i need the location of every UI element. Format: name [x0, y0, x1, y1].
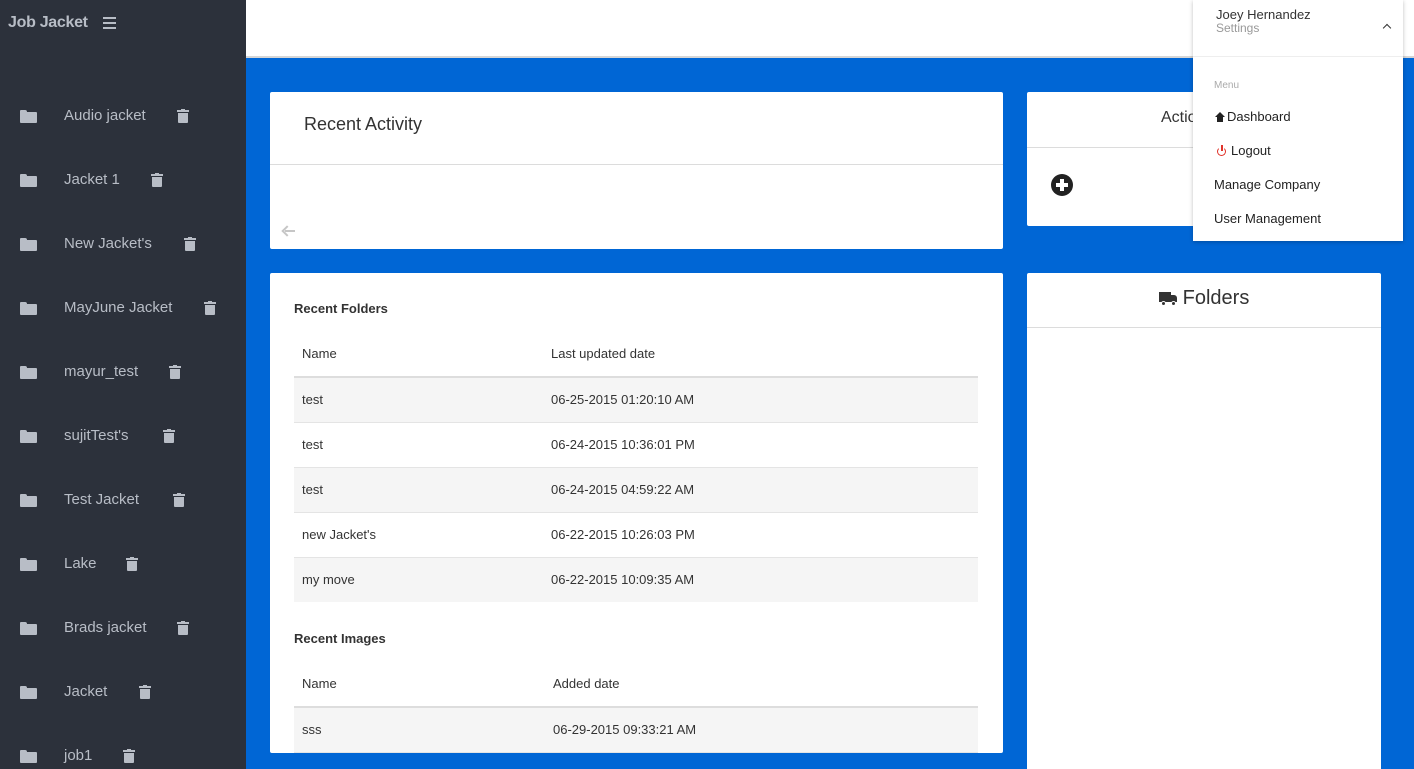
folder-icon	[20, 238, 37, 251]
column-header-last-updated: Last updated date	[543, 331, 978, 378]
folder-name-cell[interactable]: new Jacket's	[294, 512, 543, 558]
sidebar-item-label[interactable]: Jacket	[64, 683, 107, 700]
sidebar-item-label[interactable]: New Jacket's	[64, 235, 152, 252]
folder-name-cell[interactable]: test	[294, 377, 543, 423]
trash-icon[interactable]	[139, 685, 151, 699]
date-cell: 06-24-2015 04:59:22 AM	[543, 467, 978, 513]
menu-section-label: Menu	[1214, 80, 1240, 91]
table-header-row: Name Last updated date	[294, 331, 978, 378]
folder-icon	[20, 686, 37, 699]
menu-item-label: User Management	[1214, 211, 1321, 226]
user-settings-link[interactable]: Settings	[1216, 21, 1259, 35]
folder-icon	[20, 622, 37, 635]
recent-folders-title: Recent Folders	[294, 301, 388, 316]
folder-name-cell[interactable]: test	[294, 467, 543, 513]
trash-icon[interactable]	[173, 493, 185, 507]
divider	[270, 164, 1003, 165]
folder-icon	[20, 558, 37, 571]
folder-icon	[20, 430, 37, 443]
sidebar-item-label[interactable]: mayur_test	[64, 363, 138, 380]
trash-icon[interactable]	[204, 301, 216, 315]
folder-name-cell[interactable]: my move	[294, 557, 543, 602]
divider	[1027, 327, 1381, 328]
recent-images-table: Name Added date sss 06-29-2015 09:33:21 …	[294, 661, 978, 753]
add-circle-icon[interactable]	[1051, 174, 1073, 196]
trash-icon[interactable]	[123, 749, 135, 763]
trash-icon[interactable]	[177, 621, 189, 635]
trash-icon[interactable]	[151, 173, 163, 187]
menu-item-label: Dashboard	[1227, 109, 1291, 124]
folder-icon	[20, 174, 37, 187]
date-cell: 06-25-2015 01:20:10 AM	[543, 377, 978, 423]
recent-activity-panel: Recent Activity	[270, 92, 1003, 249]
sidebar-item-label[interactable]: Jacket 1	[64, 171, 120, 188]
table-row[interactable]: new Jacket's 06-22-2015 10:26:03 PM	[294, 512, 978, 558]
sidebar-item-label[interactable]: MayJune Jacket	[64, 299, 172, 316]
brand-logo[interactable]: Job Jacket	[8, 14, 88, 32]
folders-panel: Folders	[1027, 273, 1381, 769]
folder-icon	[20, 366, 37, 379]
user-dropdown-menu: Joey Hernandez Settings Menu Dashboard L…	[1193, 0, 1403, 241]
folder-icon	[20, 750, 37, 763]
sidebar-item-label[interactable]: sujitTest's	[64, 427, 129, 444]
truck-icon	[1158, 291, 1177, 306]
recent-folders-panel: Recent Folders Name Last updated date te…	[270, 273, 1003, 753]
date-cell: 06-22-2015 10:26:03 PM	[543, 512, 978, 558]
table-row[interactable]: sss 06-29-2015 09:33:21 AM	[294, 707, 978, 753]
power-icon	[1216, 144, 1228, 157]
divider	[1193, 56, 1403, 57]
column-header-name: Name	[294, 331, 543, 378]
sidebar-item-label[interactable]: Test Jacket	[64, 491, 139, 508]
menu-item-label: Manage Company	[1214, 177, 1321, 192]
menu-item-logout[interactable]: Logout	[1214, 143, 1271, 158]
trash-icon[interactable]	[126, 557, 138, 571]
column-header-name: Name	[294, 661, 545, 708]
back-arrow-icon[interactable]	[282, 225, 296, 237]
menu-item-manage-company[interactable]: Manage Company	[1214, 177, 1320, 192]
table-row[interactable]: test 06-24-2015 04:59:22 AM	[294, 467, 978, 513]
table-row[interactable]: test 06-24-2015 10:36:01 PM	[294, 422, 978, 468]
trash-icon[interactable]	[184, 237, 196, 251]
trash-icon[interactable]	[169, 365, 181, 379]
table-header-row: Name Added date	[294, 661, 978, 708]
folders-header: Folders	[1027, 287, 1381, 310]
table-row[interactable]: my move 06-22-2015 10:09:35 AM	[294, 557, 978, 602]
recent-folders-table: Name Last updated date test 06-25-2015 0…	[294, 331, 978, 602]
sidebar-item-label[interactable]: Lake	[64, 555, 97, 572]
folders-title: Folders	[1182, 287, 1250, 309]
date-cell: 06-24-2015 10:36:01 PM	[543, 422, 978, 468]
menu-item-label: Logout	[1231, 143, 1271, 158]
folder-icon	[20, 494, 37, 507]
table-row[interactable]: test 06-25-2015 01:20:10 AM	[294, 377, 978, 423]
user-name[interactable]: Joey Hernandez	[1216, 7, 1311, 22]
chevron-up-icon[interactable]	[1382, 23, 1392, 33]
menu-item-dashboard[interactable]: Dashboard	[1214, 109, 1291, 124]
sidebar-item-label[interactable]: Brads jacket	[64, 619, 147, 636]
date-cell: 06-22-2015 10:09:35 AM	[543, 557, 978, 602]
sidebar-item-label[interactable]: job1	[64, 747, 92, 764]
actions-title: Actio	[1161, 109, 1197, 126]
trash-icon[interactable]	[163, 429, 175, 443]
image-name-cell[interactable]: sss	[294, 707, 545, 753]
sidebar-item-label[interactable]: Audio jacket	[64, 107, 146, 124]
folder-icon	[20, 110, 37, 123]
hamburger-menu-icon[interactable]	[103, 17, 116, 29]
trash-icon[interactable]	[177, 109, 189, 123]
folder-name-cell[interactable]: test	[294, 422, 543, 468]
sidebar: Job Jacket Audio jacket Jacket 1 New Jac…	[0, 0, 246, 769]
column-header-added-date: Added date	[545, 661, 978, 708]
folder-icon	[20, 302, 37, 315]
menu-item-user-management[interactable]: User Management	[1214, 211, 1321, 226]
recent-images-title: Recent Images	[294, 631, 386, 646]
home-icon	[1214, 111, 1226, 122]
date-cell: 06-29-2015 09:33:21 AM	[545, 707, 978, 753]
recent-activity-title: Recent Activity	[304, 114, 423, 134]
